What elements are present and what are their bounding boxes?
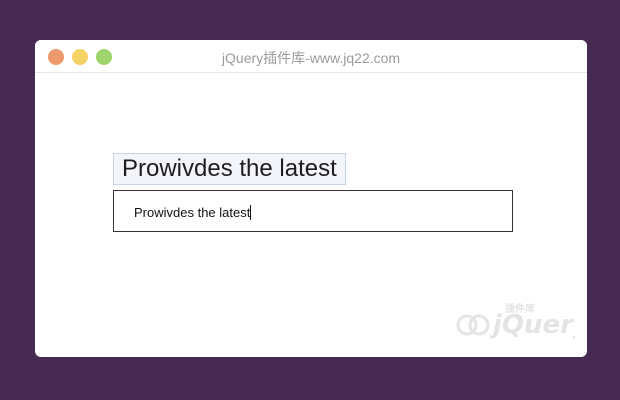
watermark-sub: 插件库 <box>505 302 535 315</box>
text-input-field[interactable]: Prowivdes the latest <box>113 190 513 232</box>
window-titlebar: jQuery插件库-www.jq22.com <box>35 40 587 73</box>
text-caret <box>250 205 252 220</box>
input-value-text: Prowivdes the latest <box>134 205 251 220</box>
window-title: jQuery插件库-www.jq22.com <box>221 50 401 66</box>
live-preview-text: Prowivdes the latest <box>113 153 346 185</box>
input-value: Prowivdes the latest <box>134 205 252 220</box>
browser-window: jQuery插件库-www.jq22.com Prowivdes the lat… <box>35 40 587 357</box>
jquery-logo-icon <box>456 314 490 336</box>
jquery-logo-watermark: jQuery 插件库 <box>456 302 575 340</box>
demo-content: Prowivdes the latest Prowivdes the lates… <box>35 73 587 357</box>
